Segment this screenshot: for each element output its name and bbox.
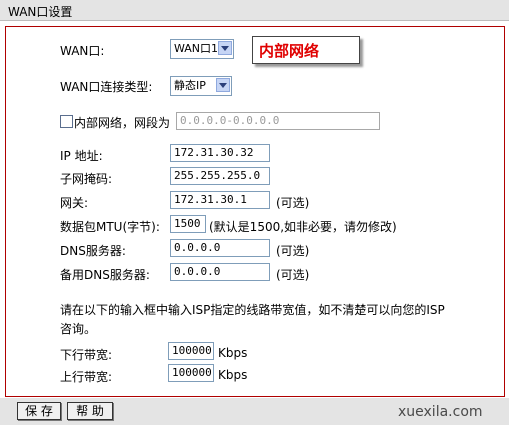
dns-backup-note: (可选) [276, 268, 310, 282]
chevron-down-icon[interactable] [218, 41, 232, 55]
uplink-unit: Kbps [218, 368, 248, 382]
internal-network-checkbox[interactable] [60, 115, 73, 128]
connection-type-label: WAN口连接类型: [60, 80, 153, 94]
internal-network-range-input[interactable]: 0.0.0.0-0.0.0.0 [176, 112, 380, 130]
wan-port-label: WAN口: [60, 44, 105, 58]
bandwidth-hint-line1: 请在以下的输入框中输入ISP指定的线路带宽值，如不清楚可以向您的ISP [60, 303, 445, 317]
uplink-label: 上行带宽: [60, 370, 113, 384]
annotation-text: 内部网络 [259, 42, 320, 60]
gateway-label: 网关: [60, 196, 89, 210]
internal-network-label: 内部网络，网段为 [74, 116, 171, 130]
bandwidth-hint-line2: 咨询。 [60, 322, 97, 336]
chevron-down-icon[interactable] [216, 78, 230, 92]
watermark-text: xuexila.com [398, 404, 483, 420]
subnet-label: 子网掩码: [60, 172, 113, 186]
dns-backup-label: 备用DNS服务器: [60, 268, 150, 282]
downlink-label: 下行带宽: [60, 348, 113, 362]
dns-backup-input[interactable]: 0.0.0.0 [170, 263, 270, 281]
mtu-note: (默认是1500,如非必要，请勿修改) [209, 220, 397, 234]
wan-port-select[interactable]: WAN口1 [170, 39, 234, 59]
gateway-note: (可选) [276, 196, 310, 210]
ip-input[interactable]: 172.31.30.32 [170, 144, 270, 162]
wan-port-value: WAN口1 [174, 42, 219, 55]
connection-type-select[interactable]: 静态IP [170, 76, 232, 96]
downlink-unit: Kbps [218, 346, 248, 360]
uplink-input[interactable]: 100000 [168, 364, 214, 382]
subnet-input[interactable]: 255.255.255.0 [170, 167, 270, 185]
downlink-input[interactable]: 100000 [168, 342, 214, 360]
title-bar: WAN口设置 [0, 0, 509, 21]
help-button[interactable]: 帮 助 [67, 402, 113, 420]
annotation-callout: 内部网络 [252, 36, 360, 64]
save-button[interactable]: 保 存 [17, 402, 61, 420]
dns-input[interactable]: 0.0.0.0 [170, 239, 270, 257]
connection-type-value: 静态IP [174, 79, 206, 92]
gateway-input[interactable]: 172.31.30.1 [170, 191, 270, 209]
dns-label: DNS服务器: [60, 244, 126, 258]
mtu-input[interactable]: 1500 [170, 215, 206, 233]
ip-label: IP 地址: [60, 149, 103, 163]
page-title: WAN口设置 [8, 5, 73, 19]
dns-note: (可选) [276, 244, 310, 258]
mtu-label: 数据包MTU(字节): [60, 220, 160, 234]
